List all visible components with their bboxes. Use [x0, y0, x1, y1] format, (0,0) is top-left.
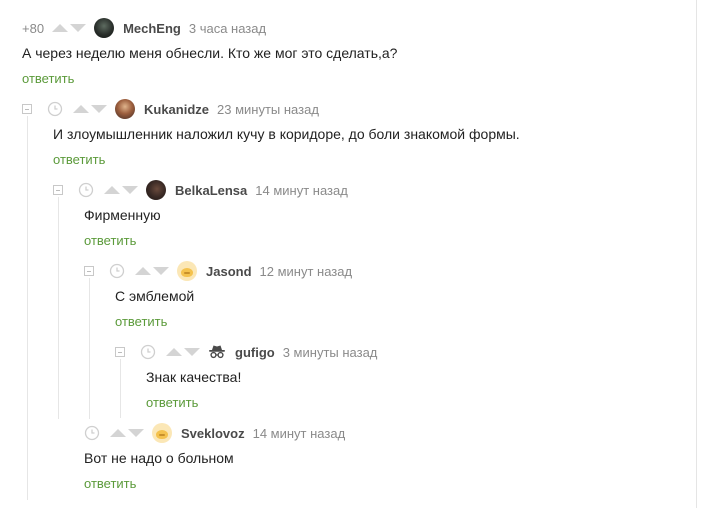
arrow-up-icon[interactable]	[73, 105, 89, 113]
collapse-minus-icon[interactable]	[53, 185, 63, 195]
avatar[interactable]	[94, 18, 115, 38]
vote-controls	[52, 24, 87, 32]
comment-header: gufigo 3 минуты назад	[115, 341, 377, 363]
collapse-minus-icon[interactable]	[22, 104, 32, 114]
vote-controls	[135, 267, 169, 275]
timestamp[interactable]: 14 минут назад	[253, 426, 346, 441]
timestamp[interactable]: 23 минуты назад	[217, 102, 319, 117]
clock-icon[interactable]	[78, 182, 94, 198]
arrow-down-icon[interactable]	[184, 348, 200, 356]
thread-line	[89, 278, 90, 419]
comment-text: С эмблемой	[115, 288, 195, 304]
timestamp[interactable]: 3 часа назад	[189, 21, 266, 36]
comment-header: Kukanidze 23 минуты назад	[22, 98, 319, 120]
reply-link[interactable]: ответить	[146, 395, 198, 410]
arrow-down-icon[interactable]	[128, 429, 144, 437]
reply-link[interactable]: ответить	[22, 71, 74, 86]
username[interactable]: Jasond	[206, 264, 252, 279]
reply-link[interactable]: ответить	[53, 152, 105, 167]
rating: +80	[22, 20, 45, 36]
thread-line	[27, 116, 28, 500]
arrow-down-icon[interactable]	[91, 105, 107, 113]
avatar[interactable]	[177, 261, 197, 281]
comment-text: Знак качества!	[146, 369, 242, 385]
username[interactable]: gufigo	[235, 345, 275, 360]
comment-header: BelkaLensa 14 минут назад	[53, 179, 348, 201]
clock-icon[interactable]	[140, 344, 156, 360]
thread-line	[58, 197, 59, 419]
timestamp[interactable]: 3 минуты назад	[283, 345, 378, 360]
comment-header: Jasond 12 минут назад	[84, 260, 352, 282]
reply-link[interactable]: ответить	[84, 476, 136, 491]
comment-text: Вот не надо о больном	[84, 450, 234, 466]
clock-icon[interactable]	[109, 263, 125, 279]
vote-controls	[110, 429, 144, 437]
incognito-hat-icon[interactable]	[208, 342, 226, 362]
username[interactable]: BelkaLensa	[175, 183, 247, 198]
comment-text: А через неделю меня обнесли. Кто же мог …	[22, 45, 398, 61]
arrow-down-icon[interactable]	[70, 24, 87, 32]
collapse-minus-icon[interactable]	[115, 347, 125, 357]
vote-controls	[104, 186, 138, 194]
arrow-down-icon[interactable]	[153, 267, 169, 275]
clock-icon[interactable]	[47, 101, 63, 117]
comment-text: Фирменную	[84, 207, 161, 223]
username[interactable]: Sveklovoz	[181, 426, 245, 441]
thread-line	[120, 359, 121, 418]
timestamp[interactable]: 14 минут назад	[255, 183, 348, 198]
avatar[interactable]	[115, 99, 135, 119]
avatar[interactable]	[146, 180, 166, 200]
arrow-up-icon[interactable]	[166, 348, 182, 356]
page-divider	[696, 0, 697, 508]
vote-controls	[166, 348, 200, 356]
clock-icon[interactable]	[84, 425, 100, 441]
arrow-down-icon[interactable]	[122, 186, 138, 194]
arrow-up-icon[interactable]	[104, 186, 120, 194]
vote-controls	[73, 105, 107, 113]
reply-link[interactable]: ответить	[115, 314, 167, 329]
comment-text: И злоумышленник наложил кучу в коридоре,…	[53, 126, 520, 142]
timestamp[interactable]: 12 минут назад	[260, 264, 353, 279]
comment-header: Sveklovoz 14 минут назад	[84, 422, 345, 444]
collapse-minus-icon[interactable]	[84, 266, 94, 276]
comment-header: +80 MechEng 3 часа назад	[22, 17, 266, 39]
arrow-up-icon[interactable]	[52, 24, 69, 32]
arrow-up-icon[interactable]	[135, 267, 151, 275]
username[interactable]: Kukanidze	[144, 102, 209, 117]
reply-link[interactable]: ответить	[84, 233, 136, 248]
arrow-up-icon[interactable]	[110, 429, 126, 437]
username[interactable]: MechEng	[123, 21, 181, 36]
avatar[interactable]	[152, 423, 172, 443]
